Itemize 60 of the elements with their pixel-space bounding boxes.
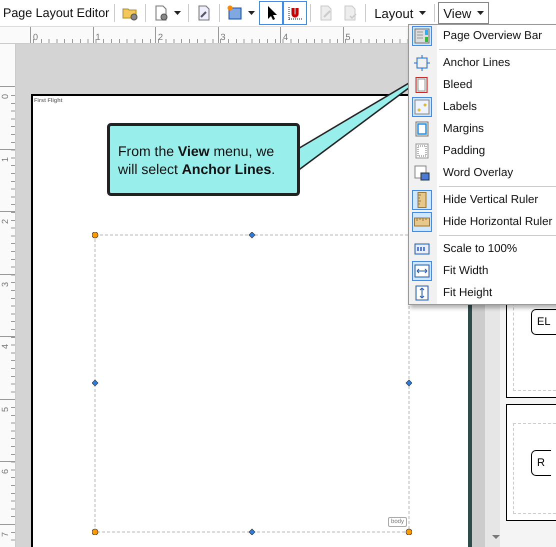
frame-tool-icon	[227, 5, 244, 21]
pointer-button[interactable]	[259, 1, 284, 25]
callout-text: From the View menu, we will select Anchor Lines.	[118, 142, 276, 178]
side-handle[interactable]	[406, 380, 412, 386]
menu-button[interactable]: Layout	[369, 2, 432, 24]
padding-icon	[414, 143, 430, 159]
page-pencil-icon	[318, 5, 334, 21]
ruler-number: 3	[0, 280, 10, 286]
ruler-number: 0	[0, 92, 10, 99]
ruler-number: 5	[344, 32, 351, 42]
side-handle[interactable]	[248, 232, 256, 238]
ruler-number: 1	[94, 32, 101, 42]
wrench-page-icon	[196, 5, 212, 21]
labels-icon	[414, 99, 430, 115]
caret-icon	[419, 11, 426, 15]
panels-icon	[414, 28, 430, 44]
corner-handle[interactable]	[92, 528, 98, 535]
word-page-icon	[414, 165, 430, 181]
document-gear-icon	[153, 5, 170, 21]
ruler-number: 4	[0, 342, 10, 349]
magnet-icon	[287, 5, 304, 21]
ruler-number: 2	[0, 218, 10, 224]
ruler-number: 5	[0, 405, 10, 412]
margins-icon	[414, 121, 430, 137]
ruler-number: 0	[32, 32, 38, 42]
menu-button[interactable]: View	[438, 2, 490, 24]
ruler-number: 6	[0, 468, 10, 474]
menu-item[interactable]: Hide Vertical Ruler	[409, 189, 556, 211]
editor-title: Page Layout Editor	[3, 6, 110, 20]
menu-item[interactable]: Labels	[409, 96, 556, 118]
bleed-icon	[414, 77, 430, 93]
caret-icon	[248, 11, 256, 15]
caret-icon	[477, 11, 484, 15]
corner-handle[interactable]	[406, 528, 412, 535]
menu-item[interactable]: Word Overlay	[409, 162, 556, 184]
page-thumbnail[interactable]: R	[506, 404, 556, 521]
side-handle[interactable]	[92, 380, 98, 386]
ruler-number: 2	[157, 32, 164, 42]
fit-height-icon	[414, 285, 430, 301]
menu-item[interactable]: Margins	[409, 118, 556, 140]
fit-width-icon	[414, 263, 430, 279]
scale-icon	[414, 241, 430, 257]
menu-item[interactable]: Anchor Lines	[409, 52, 556, 74]
ruler-number: 1	[0, 155, 10, 162]
menu-item[interactable]: Page Overview Bar	[409, 25, 556, 47]
scroll-down-icon[interactable]	[492, 535, 500, 539]
ruler-number: 7	[0, 530, 10, 536]
anchor-frame-icon	[414, 55, 430, 71]
menu-item[interactable]: Hide Horizontal Ruler	[409, 211, 556, 233]
menu-item[interactable]: Padding	[409, 140, 556, 162]
magnet-button[interactable]	[283, 1, 308, 25]
corner-handle[interactable]	[92, 232, 98, 238]
thumbnail-element: R	[531, 450, 551, 476]
thumbnail-element: EL	[531, 309, 556, 335]
caret-icon	[174, 11, 182, 15]
menu-item[interactable]: Bleed	[409, 74, 556, 96]
ruler-number: 3	[220, 32, 226, 42]
ruler-number: 4	[282, 32, 288, 42]
page-check-icon	[342, 5, 358, 21]
side-handle[interactable]	[248, 528, 256, 535]
